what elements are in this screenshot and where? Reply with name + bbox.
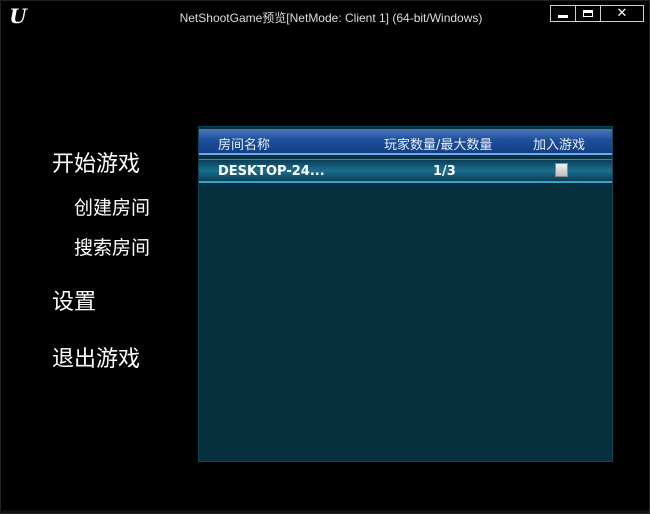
maximize-icon <box>583 10 593 17</box>
close-button[interactable]: ✕ <box>601 6 643 21</box>
menu-start-game[interactable]: 开始游戏 <box>52 146 140 178</box>
bottom-edge <box>1 510 649 513</box>
maximize-button[interactable] <box>576 6 601 21</box>
server-player-count: 1/3 <box>433 164 456 179</box>
title-bar[interactable]: U NetShootGame预览[NetMode: Client 1] (64-… <box>1 1 649 33</box>
header-player-count: 玩家数量/最大数量 <box>384 138 493 153</box>
menu-exit-game[interactable]: 退出游戏 <box>52 341 140 373</box>
header-room-name: 房间名称 <box>218 138 271 153</box>
server-room-name: DESKTOP-24... <box>218 164 325 179</box>
header-join-game: 加入游戏 <box>533 138 586 153</box>
game-window: U NetShootGame预览[NetMode: Client 1] (64-… <box>0 0 650 514</box>
menu-settings[interactable]: 设置 <box>52 284 96 316</box>
window-title: NetShootGame预览[NetMode: Client 1] (64-bi… <box>179 11 483 25</box>
server-list-header: 房间名称 玩家数量/最大数量 加入游戏 <box>199 129 612 155</box>
menu-search-room[interactable]: 搜索房间 <box>74 233 150 260</box>
minimize-button[interactable] <box>551 6 576 21</box>
window-controls: ✕ <box>550 5 644 22</box>
server-list-panel: 房间名称 玩家数量/最大数量 加入游戏 DESKTOP-24... 1/3 <box>198 126 613 462</box>
join-game-checkbox[interactable] <box>555 163 568 177</box>
minimize-icon <box>558 15 568 18</box>
close-icon: ✕ <box>616 6 628 21</box>
unreal-logo-icon: U <box>9 4 27 28</box>
menu-create-room[interactable]: 创建房间 <box>74 193 150 220</box>
server-row[interactable]: DESKTOP-24... 1/3 <box>199 159 612 183</box>
